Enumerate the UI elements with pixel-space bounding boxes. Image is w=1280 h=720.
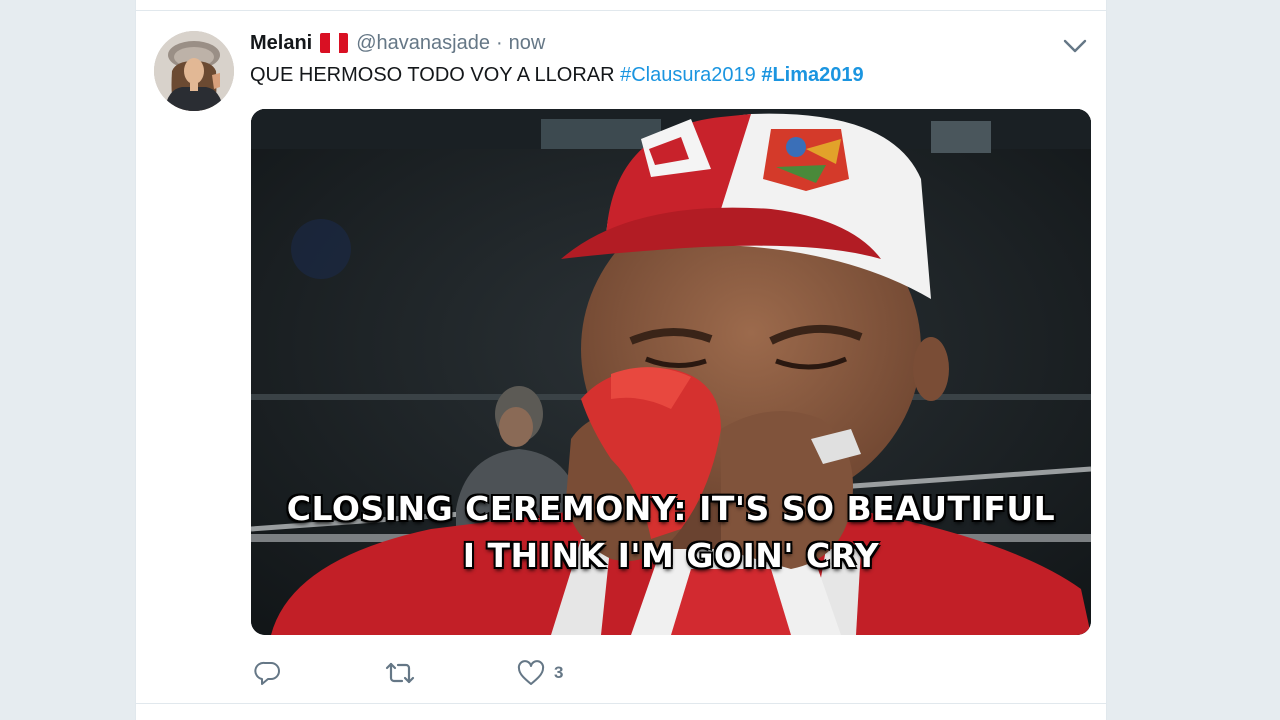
avatar-image <box>154 31 234 111</box>
tweet-text: QUE HERMOSO TODO VOY A LLORAR #Clausura2… <box>250 62 864 88</box>
bottom-divider <box>136 703 1106 704</box>
retweet-icon <box>385 662 415 684</box>
like-button[interactable]: 3 <box>516 659 563 687</box>
author-handle[interactable]: @havanasjade <box>356 32 490 55</box>
meme-caption-line-1: CLOSING CEREMONY: IT'S SO BEAUTIFUL <box>286 489 1056 528</box>
timestamp[interactable]: now <box>509 32 546 55</box>
chevron-down-icon[interactable] <box>1062 36 1088 56</box>
peru-flag-icon <box>320 33 349 53</box>
tweet-card[interactable]: Melani @havanasjade · now QUE HERMOSO TO… <box>135 0 1107 720</box>
author-name[interactable]: Melani <box>250 32 312 55</box>
reply-button[interactable] <box>254 659 384 687</box>
separator-dot: · <box>495 31 503 54</box>
retweet-button[interactable] <box>384 659 516 687</box>
top-divider <box>136 10 1106 11</box>
hashtag-clausura2019[interactable]: #Clausura2019 <box>620 64 756 86</box>
tweet-header: Melani @havanasjade · now <box>250 30 545 56</box>
tweet-actions: 3 <box>254 658 563 688</box>
tweet-media-gif[interactable]: CLOSING CEREMONY: IT'S SO BEAUTIFUL I TH… <box>251 109 1091 635</box>
hashtag-lima2019[interactable]: #Lima2019 <box>761 64 863 86</box>
heart-icon <box>517 660 545 685</box>
avatar[interactable] <box>154 31 234 111</box>
like-count: 3 <box>554 663 564 682</box>
reply-icon <box>254 661 280 685</box>
tweet-text-body: QUE HERMOSO TODO VOY A LLORAR <box>250 64 621 86</box>
meme-caption-line-2: I THINK I'M GOIN' CRY <box>462 536 880 575</box>
